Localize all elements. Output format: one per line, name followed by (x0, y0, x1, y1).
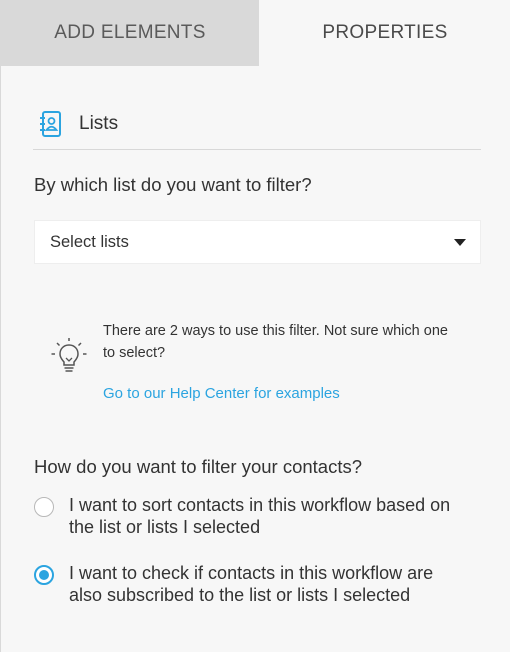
filter-option-label: I want to check if contacts in this work… (69, 563, 434, 605)
filter-option-check[interactable]: I want to check if contacts in this work… (34, 562, 469, 606)
lists-select[interactable]: Select lists (34, 220, 481, 264)
filter-option-label: I want to sort contacts in this workflow… (69, 495, 451, 537)
lists-select-value: Select lists (50, 232, 129, 251)
help-center-link[interactable]: Go to our Help Center for examples (103, 385, 340, 402)
radio-sort[interactable] (34, 497, 54, 517)
properties-panel: ADD ELEMENTS PROPERTIES Lists By which l… (0, 0, 510, 652)
panel-tabs: ADD ELEMENTS PROPERTIES (1, 0, 510, 66)
tab-properties[interactable]: PROPERTIES (259, 0, 510, 66)
lightbulb-icon (51, 338, 87, 372)
radio-check[interactable] (34, 565, 54, 585)
section-header: Lists (39, 104, 118, 144)
chevron-down-icon (454, 238, 466, 246)
tip-text: There are 2 ways to use this filter. Not… (103, 323, 448, 361)
contact-book-icon (40, 111, 61, 137)
section-divider (33, 149, 481, 150)
list-filter-question: By which list do you want to filter? (34, 174, 312, 195)
section-title: Lists (79, 113, 119, 134)
filter-option-sort[interactable]: I want to sort contacts in this workflow… (34, 494, 469, 538)
contacts-filter-question: How do you want to filter your contacts? (34, 456, 363, 477)
tab-add-elements[interactable]: ADD ELEMENTS (1, 0, 259, 66)
